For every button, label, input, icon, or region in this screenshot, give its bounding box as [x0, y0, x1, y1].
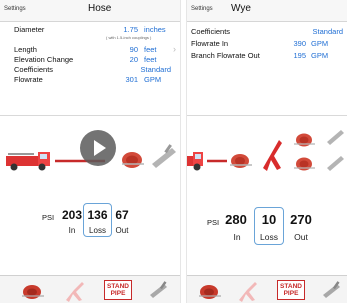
hose-line	[207, 159, 227, 163]
psi-label: PSI	[42, 213, 55, 222]
psi-out-label: Out	[294, 232, 308, 242]
coefficients-label: Coefficients	[14, 65, 54, 74]
settings-panel: Coefficients Standard Flowrate In 390 GP…	[187, 22, 347, 116]
settings-panel: Diameter 1.75 inches ( with 1.5-inch cou…	[0, 22, 180, 116]
page-title: Hose	[88, 3, 112, 14]
length-unit: feet	[144, 45, 157, 54]
wye-diagram	[187, 116, 347, 275]
branch-flowrate-value[interactable]: 195	[293, 51, 306, 60]
psi-loss-label: Loss	[89, 226, 106, 235]
standpipe-tab[interactable]: STAND PIPE	[277, 280, 305, 300]
fire-engine-icon[interactable]	[186, 150, 209, 172]
hose-reel-icon[interactable]	[20, 282, 46, 300]
elevation-value[interactable]: 20	[130, 55, 138, 64]
diameter-label: Diameter	[14, 25, 45, 34]
nozzle-icon[interactable]	[325, 126, 347, 146]
fire-engine-icon[interactable]	[4, 150, 54, 172]
settings-button[interactable]: Settings	[191, 6, 213, 12]
standpipe-label-line2: PIPE	[283, 290, 299, 297]
wye-icon[interactable]	[62, 280, 86, 302]
wye-screen: Settings Wye Coefficients Standard Flowr…	[186, 0, 347, 303]
psi-out-value: 270	[290, 212, 312, 227]
hose-screen: Settings Hose Diameter 1.75 inches ( wit…	[0, 0, 181, 303]
branch-flowrate-unit: GPM	[311, 51, 329, 60]
settings-button[interactable]: Settings	[4, 6, 26, 12]
nozzle-icon[interactable]	[321, 281, 343, 299]
wye-icon[interactable]	[235, 280, 259, 302]
psi-loss-value: 10	[261, 212, 277, 227]
coefficients-label: Coefficients	[191, 27, 231, 36]
length-value[interactable]: 90	[130, 45, 138, 54]
standpipe-label-line1: STAND	[280, 283, 302, 290]
psi-label: PSI	[207, 218, 220, 227]
coefficients-value[interactable]: Standard	[141, 65, 171, 74]
nozzle-icon[interactable]	[148, 281, 170, 299]
flowrate-unit: GPM	[144, 75, 162, 84]
psi-loss-value: 136	[87, 208, 108, 222]
hose-reel-icon[interactable]	[118, 146, 148, 172]
nav-bar: Settings Hose	[0, 0, 180, 22]
elevation-label: Elevation Change	[14, 55, 74, 64]
wye-icon[interactable]	[259, 138, 285, 172]
hose-reel-icon[interactable]	[227, 148, 255, 172]
flowrate-in-unit: GPM	[311, 39, 329, 48]
hose-reel-icon[interactable]	[291, 130, 319, 150]
hose-reel-icon[interactable]	[197, 282, 223, 300]
branch-flowrate-label: Branch Flowrate Out	[191, 51, 260, 60]
hose-reel-icon[interactable]	[291, 154, 319, 174]
elevation-unit: feet	[144, 55, 157, 64]
standpipe-label-line1: STAND	[107, 283, 129, 290]
psi-out-value: 67	[115, 208, 129, 222]
diameter-unit: inches	[144, 25, 166, 34]
flowrate-value[interactable]: 301	[125, 75, 138, 84]
standpipe-tab[interactable]: STAND PIPE	[104, 280, 132, 300]
chevron-right-icon[interactable]: ›	[173, 44, 176, 54]
psi-in-label: In	[233, 232, 241, 242]
flowrate-label: Flowrate	[14, 75, 43, 84]
psi-in-label: In	[68, 226, 76, 235]
nozzle-icon[interactable]	[325, 152, 347, 172]
page-title: Wye	[231, 3, 251, 14]
psi-loss-label: Loss	[260, 232, 278, 242]
tab-bar: STAND PIPE	[187, 275, 347, 303]
psi-out-label: Out	[115, 226, 129, 235]
length-label: Length	[14, 45, 37, 54]
flowrate-in-value[interactable]: 390	[293, 39, 306, 48]
coefficients-value[interactable]: Standard	[313, 27, 343, 36]
nozzle-icon[interactable]	[150, 144, 178, 170]
standpipe-label-line2: PIPE	[110, 290, 126, 297]
tab-bar: STAND PIPE	[0, 275, 180, 303]
play-button[interactable]	[80, 130, 116, 166]
psi-in-value: 280	[225, 212, 247, 227]
diameter-note: ( with 1.5-inch couplings )	[106, 35, 152, 40]
nav-bar: Settings Wye	[187, 0, 347, 22]
diameter-value[interactable]: 1.75	[123, 25, 138, 34]
flowrate-in-label: Flowrate In	[191, 39, 229, 48]
psi-in-value: 203	[61, 208, 83, 222]
